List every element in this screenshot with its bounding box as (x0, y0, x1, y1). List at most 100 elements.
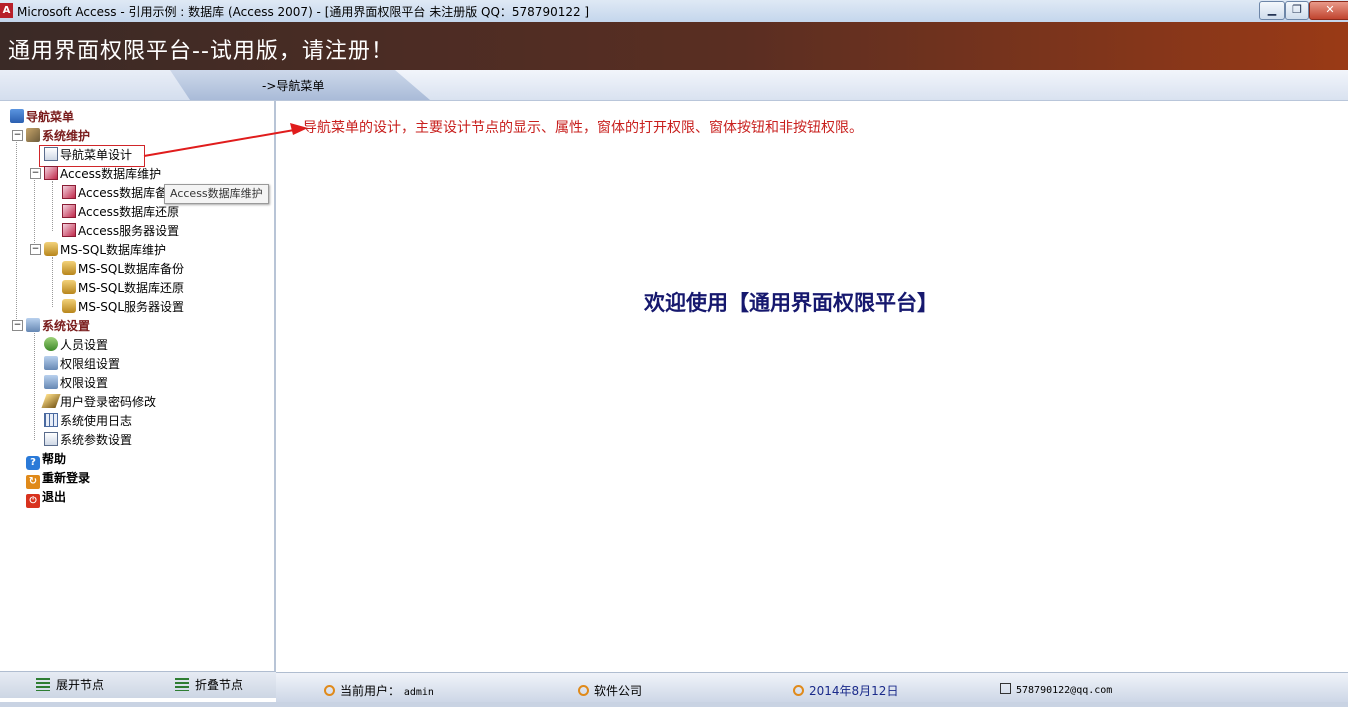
tree-label: MS-SQL数据库还原 (78, 281, 185, 295)
mail-icon (1000, 683, 1011, 694)
tree-item-group-settings[interactable]: 权限组设置 (44, 355, 120, 373)
main-content (276, 101, 1348, 672)
tree-label: 导航菜单 (26, 110, 75, 124)
tree-label: 重新登录 (42, 471, 91, 485)
company-name: 软件公司 (594, 684, 643, 698)
current-date: 2014年8月12日 (809, 684, 899, 698)
exit-icon: ⏻ (26, 494, 40, 508)
tree-item-password-change[interactable]: 用户登录密码修改 (41, 393, 157, 411)
tree-item-access-restore[interactable]: Access数据库还原 (62, 203, 179, 221)
database-backup-icon (62, 261, 76, 275)
tree-connector (34, 330, 35, 440)
tree-label: 权限组设置 (60, 357, 121, 371)
tree-item-user-settings[interactable]: 人员设置 (44, 336, 108, 354)
tools-icon (26, 128, 40, 142)
expand-label: 展开节点 (56, 678, 105, 692)
tree-item-relogin[interactable]: ↻ 重新登录 (26, 469, 91, 489)
tree-item-access-backup[interactable]: Access数据库备份 (62, 184, 179, 202)
tree-label: 用户登录密码修改 (60, 395, 157, 409)
tree-label: 系统设置 (42, 319, 91, 333)
collapse-label: 折叠节点 (195, 678, 244, 692)
banner-title: 通用界面权限平台--试用版，请注册！ (8, 39, 394, 64)
users-icon (44, 337, 58, 351)
group-icon (44, 356, 58, 370)
tree-footer: 展开节点 折叠节点 (0, 671, 276, 698)
access-app-icon[interactable]: A (0, 3, 13, 18)
tree-label: 帮助 (42, 452, 67, 466)
tree-label: Access数据库还原 (78, 205, 180, 219)
tree-item-param-settings[interactable]: 系统参数设置 (44, 431, 132, 449)
permission-icon (44, 375, 58, 389)
email-status: 578790122@qq.com (1000, 682, 1112, 696)
breadcrumb-bar: ->导航菜单 (0, 70, 1348, 101)
tree-item-mssql-restore[interactable]: MS-SQL数据库还原 (62, 279, 184, 297)
collapse-toggle[interactable]: − (30, 168, 41, 179)
breadcrumb: ->导航菜单 (262, 79, 325, 93)
access-icon (62, 223, 76, 237)
tree-label: Access服务器设置 (78, 224, 180, 238)
tree-item-help[interactable]: ? 帮助 (26, 450, 67, 470)
date-status: 2014年8月12日 (793, 682, 898, 699)
tree-item-access-server[interactable]: Access服务器设置 (62, 222, 179, 240)
copyright-icon (578, 685, 589, 696)
collapse-list-icon (175, 678, 189, 691)
expand-nodes-button[interactable]: 展开节点 (36, 676, 104, 693)
status-bar: 当前用户： admin 软件公司 2014年8月12日 578790122@qq… (276, 672, 1348, 703)
tree-item-exit[interactable]: ⏻ 退出 (26, 488, 67, 508)
collapse-toggle[interactable]: − (12, 320, 23, 331)
user-icon (324, 685, 335, 696)
tree-item-permission-settings[interactable]: 权限设置 (44, 374, 108, 392)
tree-item-system-maintenance[interactable]: 系统维护 (26, 127, 90, 145)
tooltip: Access数据库维护 (164, 184, 269, 204)
access-icon (62, 204, 76, 218)
tree-item-mssql-maintenance[interactable]: MS-SQL数据库维护 (44, 241, 166, 259)
tree-root-nav-menu[interactable]: 导航菜单 (10, 108, 74, 126)
current-user-label: 当前用户： (340, 684, 401, 698)
tree-label: 权限设置 (60, 376, 109, 390)
maximize-button[interactable]: ❐ (1285, 1, 1309, 20)
company-status: 软件公司 (578, 682, 642, 699)
tree-item-usage-log[interactable]: 系统使用日志 (44, 412, 132, 430)
tree-label: 系统参数设置 (60, 433, 133, 447)
tree-label: MS-SQL数据库备份 (78, 262, 185, 276)
tree-label: 系统使用日志 (60, 414, 133, 428)
header-banner: 通用界面权限平台--试用版，请注册！ (0, 22, 1348, 70)
highlight-box (39, 145, 145, 167)
tree-label: 退出 (42, 490, 67, 504)
collapse-toggle[interactable]: − (12, 130, 23, 141)
arrow-line (143, 128, 301, 157)
tree-item-mssql-server[interactable]: MS-SQL服务器设置 (62, 298, 184, 316)
annotation-arrow (143, 123, 308, 157)
collapse-nodes-button[interactable]: 折叠节点 (175, 676, 243, 693)
instruction-note: 导航菜单的设计，主要设计节点的显示、属性，窗体的打开权限、窗体按钮和非按钮权限。 (303, 120, 863, 136)
pencil-icon (41, 394, 61, 408)
tree-connector (16, 139, 17, 329)
minimize-button[interactable]: ▁ (1259, 1, 1285, 20)
relogin-icon: ↻ (26, 475, 40, 489)
tree-label: 系统维护 (42, 129, 91, 143)
tree-label: 人员设置 (60, 338, 109, 352)
current-user-name: admin (403, 687, 434, 698)
tree-connector (34, 178, 35, 253)
title-bar: A Microsoft Access - 引用示例 : 数据库 (Access … (0, 0, 1348, 23)
database-settings-icon (62, 299, 76, 313)
log-grid-icon (44, 413, 58, 427)
access-icon (44, 166, 58, 180)
tree-item-access-maintenance[interactable]: Access数据库维护 (44, 165, 161, 183)
tree-label: MS-SQL数据库维护 (60, 243, 167, 257)
collapse-toggle[interactable]: − (30, 244, 41, 255)
help-icon: ? (26, 456, 40, 470)
breadcrumb-tab-left (0, 70, 190, 100)
tree-item-mssql-backup[interactable]: MS-SQL数据库备份 (62, 260, 184, 278)
access-icon (62, 185, 76, 199)
parameters-icon (44, 432, 58, 446)
database-server-icon (44, 242, 58, 256)
database-restore-icon (62, 280, 76, 294)
tree-item-system-settings[interactable]: 系统设置 (26, 317, 90, 335)
clock-icon (793, 685, 804, 696)
close-button[interactable]: ✕ (1309, 1, 1348, 20)
welcome-heading: 欢迎使用【通用界面权限平台】 (644, 290, 938, 315)
window-title: Microsoft Access - 引用示例 : 数据库 (Access 20… (17, 5, 590, 19)
tree-connector (52, 257, 53, 307)
tree-connector (52, 181, 53, 231)
